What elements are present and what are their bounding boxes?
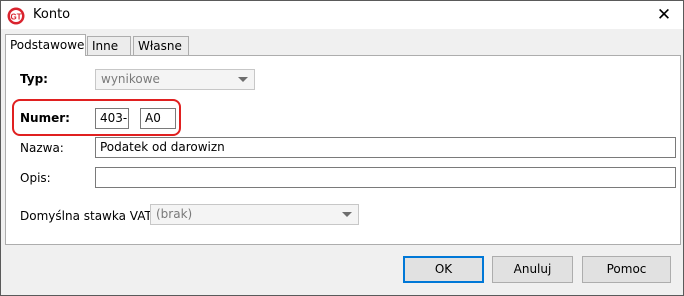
opis-field[interactable] (95, 167, 676, 188)
ok-button[interactable]: OK (403, 256, 484, 283)
tab-inne[interactable]: Inne (87, 36, 131, 55)
button-bar (1, 245, 683, 295)
chevron-down-icon (238, 77, 248, 82)
numer-label: Numer: (20, 111, 70, 125)
window-title: Konto (33, 7, 71, 22)
cancel-button[interactable]: Anuluj (492, 256, 573, 283)
vat-combo-value: (brak) (156, 207, 193, 221)
app-logo-icon: GT (7, 7, 25, 25)
svg-text:GT: GT (10, 13, 21, 22)
nazwa-field[interactable]: Podatek od darowizn (95, 137, 676, 158)
typ-combo-value: wynikowe (101, 72, 160, 86)
numer-suffix-field[interactable]: A0 (140, 108, 176, 129)
vat-label: Domyślna stawka VAT: (20, 209, 155, 223)
numer-prefix-field[interactable]: 403- (95, 108, 129, 129)
vat-combo[interactable]: (brak) (150, 204, 359, 225)
title-bar: GT Konto ✕ (1, 1, 683, 29)
nazwa-label: Nazwa: (20, 141, 64, 155)
opis-label: Opis: (20, 171, 51, 185)
chevron-down-icon (342, 212, 352, 217)
typ-combo[interactable]: wynikowe (95, 69, 255, 90)
tab-wlasne[interactable]: Własne (133, 36, 189, 55)
konto-dialog: GT Konto ✕ Podstawowe Inne Własne Typ: w… (0, 0, 684, 296)
help-button[interactable]: Pomoc (582, 256, 671, 283)
tab-podstawowe[interactable]: Podstawowe (5, 34, 86, 56)
close-icon[interactable]: ✕ (651, 3, 677, 27)
typ-label: Typ: (20, 72, 48, 86)
